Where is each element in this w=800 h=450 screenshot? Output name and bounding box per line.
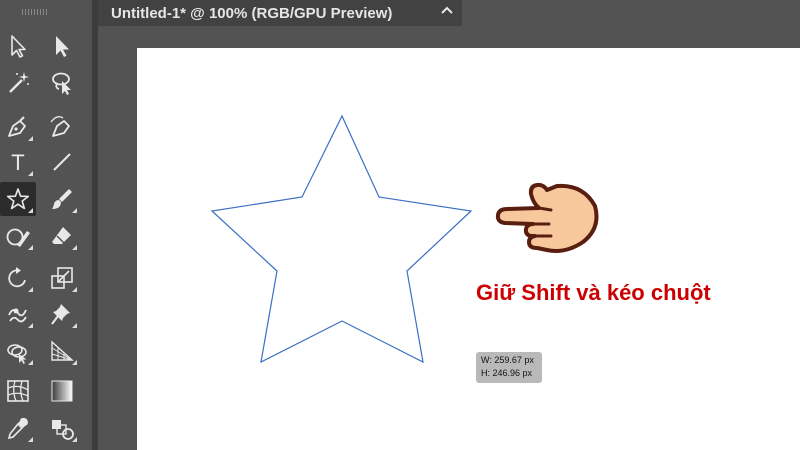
flyout-indicator — [28, 437, 33, 442]
width-readout: W: 259.67 px — [481, 355, 534, 365]
flyout-indicator — [28, 323, 33, 328]
flyout-indicator — [72, 208, 77, 213]
gradient-icon — [51, 380, 73, 402]
line-tool[interactable] — [44, 145, 80, 179]
arrow-filled-icon — [56, 36, 69, 57]
gradient-tool[interactable] — [44, 374, 80, 408]
artboard[interactable] — [137, 48, 800, 450]
panel-grip[interactable] — [22, 9, 48, 15]
eraser-tool[interactable] — [44, 219, 80, 253]
arrow-outline-icon — [11, 35, 26, 58]
close-icon[interactable] — [440, 3, 454, 17]
flyout-indicator — [28, 245, 33, 250]
type-tool[interactable]: T — [0, 145, 36, 179]
flyout-indicator — [28, 287, 33, 292]
selection-tool[interactable] — [0, 29, 36, 63]
dimension-tooltip: W: 259.67 px H: 246.96 px — [476, 352, 542, 383]
magic-wand-tool[interactable] — [0, 66, 36, 100]
mesh-tool[interactable] — [0, 374, 36, 408]
star-tool[interactable] — [0, 182, 36, 216]
line-icon — [53, 153, 71, 171]
document-tab-bar: Untitled-1* @ 100% (RGB/GPU Preview) — [98, 0, 800, 26]
svg-text:T: T — [11, 150, 24, 175]
flyout-indicator — [28, 136, 33, 141]
mesh-icon — [7, 380, 29, 402]
curvature-tool[interactable] — [44, 110, 80, 144]
direct-selection-tool[interactable] — [44, 29, 80, 63]
warp-tool[interactable] — [0, 297, 36, 331]
lasso-icon — [52, 72, 71, 95]
lasso-tool[interactable] — [44, 66, 80, 100]
flyout-indicator — [28, 171, 33, 176]
flyout-indicator — [28, 208, 33, 213]
pen-tool[interactable] — [0, 110, 36, 144]
scale-tool[interactable] — [44, 261, 80, 295]
height-readout: H: 246.96 px — [481, 368, 533, 378]
flyout-indicator — [72, 245, 77, 250]
puppet-warp-tool[interactable] — [44, 297, 80, 331]
eyedropper-tool[interactable] — [0, 411, 36, 445]
pointing-hand-icon — [495, 182, 599, 253]
flyout-indicator — [72, 437, 77, 442]
flyout-indicator — [72, 287, 77, 292]
document-tab[interactable]: Untitled-1* @ 100% (RGB/GPU Preview) — [98, 0, 462, 26]
perspective-grid-tool[interactable] — [44, 334, 80, 368]
flyout-indicator — [28, 360, 33, 365]
flyout-indicator — [72, 323, 77, 328]
shape-builder-tool[interactable] — [0, 334, 36, 368]
tools-panel: T — [0, 0, 92, 450]
paintbrush-tool[interactable] — [44, 182, 80, 216]
flyout-indicator — [72, 360, 77, 365]
instruction-text: Giữ Shift và kéo chuột — [476, 280, 711, 305]
blend-tool[interactable] — [44, 411, 80, 445]
rotate-tool[interactable] — [0, 261, 36, 295]
magic-wand-icon — [9, 72, 29, 93]
document-tab-title: Untitled-1* @ 100% (RGB/GPU Preview) — [111, 4, 393, 22]
curvature-pen-icon — [50, 115, 70, 137]
shaper-tool[interactable] — [0, 219, 36, 253]
